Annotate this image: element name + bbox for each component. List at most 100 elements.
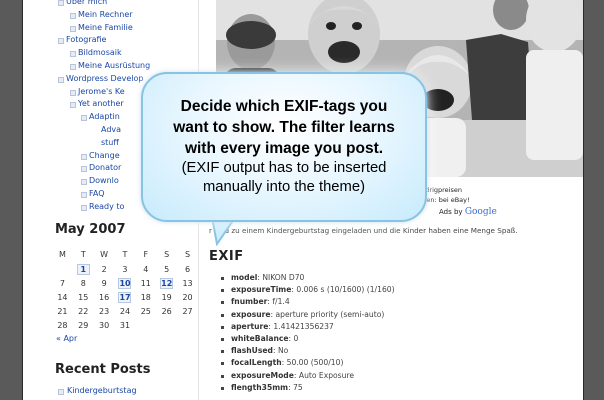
exif-item: exposure: aperture priority (semi-auto): [219, 309, 395, 321]
nav-item[interactable]: Über mich: [23, 0, 150, 9]
calendar: MTWTFSS 1 2 3 4 5 6 7 8 9 10 11 12 13 14 15 16 17 18 19 20 2…: [52, 246, 198, 332]
calendar-day: 6: [185, 264, 191, 274]
exif-key: aperture: [231, 321, 269, 331]
calendar-day: 31: [119, 320, 131, 330]
calendar-day[interactable]: 12: [156, 276, 177, 290]
nav-item[interactable]: Yet another: [23, 98, 150, 111]
calendar-day: 19: [161, 292, 172, 302]
bullet-icon: [81, 204, 87, 211]
calendar-day: 4: [143, 264, 149, 274]
calendar-week: 7 8 9 10 11 12 13: [52, 276, 198, 290]
post-caption: r sind zu einem Kindergeburtstag eingela…: [209, 226, 518, 235]
calendar-day[interactable]: 1: [73, 262, 94, 276]
nav-link[interactable]: Donator: [89, 163, 121, 172]
bullet-icon: [70, 63, 76, 70]
bullet-icon: [70, 89, 76, 96]
bullet-icon: [70, 12, 76, 19]
ads-by-google[interactable]: Ads by Google: [439, 207, 497, 217]
nav-item[interactable]: Mein Rechner: [23, 9, 150, 22]
nav-link[interactable]: Wordpress Develop: [66, 74, 144, 83]
bullet-icon: [58, 76, 64, 83]
nav-item[interactable]: Meine Familie: [23, 22, 150, 35]
nav-item[interactable]: Adaptin: [23, 111, 150, 124]
nav-item[interactable]: Downlo: [23, 175, 150, 188]
bullet-icon: [58, 389, 64, 395]
recent-post-link[interactable]: Kindergeburtstag: [67, 386, 137, 395]
calendar-title: May 2007: [55, 222, 126, 237]
nav-link[interactable]: Adva: [101, 125, 121, 134]
nav-link[interactable]: Downlo: [89, 176, 119, 185]
exif-value: 0: [293, 334, 299, 344]
calendar-week: 1 2 3 4 5 6: [52, 262, 198, 276]
calendar-day: 15: [78, 292, 89, 302]
calendar-day: 28: [57, 320, 68, 330]
nav-link[interactable]: Bildmosaik: [78, 48, 122, 57]
nav-item[interactable]: Bildmosaik: [23, 47, 150, 60]
calendar-day-link[interactable]: 12: [160, 277, 174, 289]
nav-link[interactable]: Fotografie: [66, 35, 106, 44]
calendar-days: 1 2 3 4 5 6 7 8 9 10 11 12 13 14 15 16 17 18 19 20 21 22 23 24 2…: [52, 262, 198, 332]
ads-by-label: Ads by: [439, 208, 463, 216]
calendar-weekday: W: [100, 249, 109, 259]
nav-link[interactable]: Ready to: [89, 202, 124, 211]
nav-item[interactable]: Wordpress Develop: [23, 73, 150, 86]
nav-link[interactable]: stuff: [101, 138, 119, 147]
calendar-day[interactable]: 17: [115, 290, 136, 304]
calendar-day: 9: [101, 278, 107, 288]
nav-link[interactable]: Mein Rechner: [78, 10, 133, 19]
bullet-icon: [58, 38, 64, 45]
nav-item[interactable]: stuff: [23, 137, 150, 150]
recent-post-item[interactable]: Kindergeburtstag: [58, 386, 137, 395]
nav-link[interactable]: Jerome's Ke: [78, 87, 125, 96]
nav-link[interactable]: Meine Ausrüstung: [78, 61, 150, 70]
bullet-icon: [81, 179, 87, 186]
exif-key: exposure: [231, 309, 271, 319]
calendar-day-link[interactable]: 17: [118, 291, 132, 303]
calendar-day: 18: [140, 292, 151, 302]
exif-item: exposureMode: Auto Exposure: [219, 370, 395, 382]
nav-link[interactable]: Meine Familie: [78, 23, 133, 32]
nav-item[interactable]: Jerome's Ke: [23, 86, 150, 99]
calendar-day: 29: [78, 320, 89, 330]
exif-value: 75: [293, 382, 303, 392]
calendar-day: 30: [99, 320, 110, 330]
calendar-day: 23: [99, 306, 110, 316]
exif-value: Auto Exposure: [298, 370, 355, 380]
callout-line-3: with every image you post.: [184, 140, 384, 157]
nav-link[interactable]: FAQ: [89, 189, 105, 198]
exif-value: No: [277, 346, 289, 356]
bullet-icon: [81, 166, 87, 173]
calendar-day[interactable]: 10: [115, 276, 136, 290]
calendar-prev-link[interactable]: « Apr: [56, 334, 77, 343]
calendar-day: 20: [182, 292, 193, 302]
calendar-day: 27: [182, 306, 193, 316]
calendar-day: 21: [57, 306, 68, 316]
calendar-day: 25: [140, 306, 151, 316]
nav-item[interactable]: Fotografie: [23, 34, 150, 47]
callout-line-2: want to show. The filter learns: [173, 119, 395, 136]
exif-key: fnumber: [231, 297, 268, 307]
exif-item: focalLength: 50.00 (500/10): [219, 357, 395, 369]
nav-item[interactable]: Donator: [23, 162, 150, 175]
callout-line-4: (EXIF output has to be inserted: [181, 160, 387, 176]
nav-item[interactable]: Change: [23, 150, 150, 163]
calendar-weekdays: MTWTFSS: [52, 246, 198, 262]
exif-item: fnumber: f/1.4: [219, 296, 395, 308]
nav-link[interactable]: Über mich: [66, 0, 107, 6]
calendar-day-link[interactable]: 10: [118, 277, 132, 289]
calendar-day: 7: [59, 278, 65, 288]
calendar-day: 8: [80, 278, 86, 288]
nav-item[interactable]: FAQ: [23, 188, 150, 201]
exif-value: aperture priority (semi-auto): [275, 309, 385, 319]
exif-list: model: NIKON D70 exposureTime: 0.006 s (1…: [219, 272, 395, 394]
nav-link[interactable]: Adaptin: [89, 112, 120, 121]
nav-item[interactable]: Ready to: [23, 201, 150, 214]
nav-link[interactable]: Yet another: [78, 99, 124, 108]
calendar-weekday: S: [185, 249, 191, 259]
calendar-weekday: T: [80, 249, 86, 259]
nav-item[interactable]: Adva: [23, 124, 150, 137]
nav-link[interactable]: Change: [89, 151, 120, 160]
nav-item[interactable]: Meine Ausrüstung: [23, 60, 150, 73]
calendar-day-link[interactable]: 1: [76, 263, 90, 275]
calendar-day: [156, 318, 177, 332]
